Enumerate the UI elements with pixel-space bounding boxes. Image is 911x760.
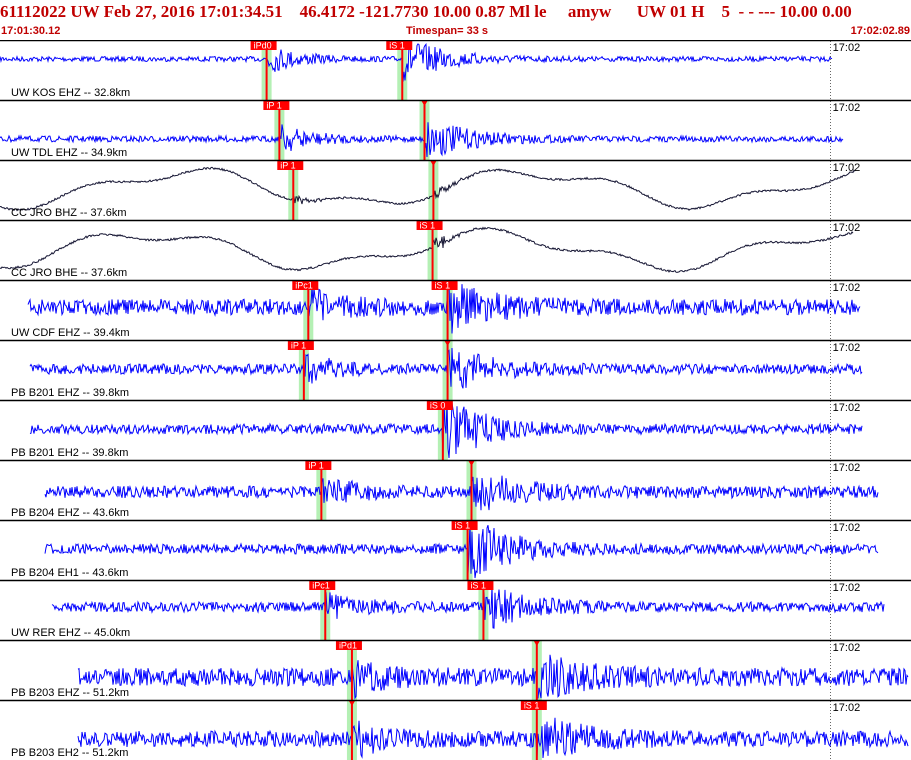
channel-panel[interactable]: iPc1 iS 1 17:02 UW CDF EHZ -- 39.4km bbox=[0, 279, 911, 340]
channel-label: PB B203 EHZ -- 51.2km bbox=[11, 687, 129, 699]
channel-label: PB B201 EHZ -- 39.8km bbox=[11, 387, 129, 399]
channel-panel[interactable]: iP 1 17:02 UW TDL EHZ -- 34.9km bbox=[0, 99, 911, 160]
pick-phase-label: iPd1 bbox=[339, 641, 357, 651]
event-magnitude: 0.87 bbox=[475, 2, 505, 21]
channel-panel[interactable]: iPd1 17:02 PB B203 EHZ -- 51.2km bbox=[0, 639, 911, 700]
event-lon: -121.7730 bbox=[359, 2, 429, 21]
channel-label: PB B204 EHZ -- 43.6km bbox=[11, 507, 129, 519]
time-tick-label: 17:02 bbox=[833, 282, 861, 294]
channel-label: UW RER EHZ -- 45.0km bbox=[11, 627, 130, 639]
pick-flag[interactable]: iS 1 bbox=[416, 220, 443, 231]
time-tick-label: 17:02 bbox=[833, 222, 861, 234]
event-extra1: 10.00 bbox=[779, 2, 818, 21]
channel-label: PB B204 EH1 -- 43.6km bbox=[11, 567, 128, 579]
pick-flag[interactable]: iPc1 bbox=[309, 580, 336, 591]
waveform-trace bbox=[0, 226, 854, 273]
event-version: 01 bbox=[670, 2, 687, 21]
pick-phase-label: iP 1 bbox=[308, 461, 323, 471]
waveform-trace bbox=[44, 475, 879, 511]
time-tick-label: 17:02 bbox=[833, 702, 861, 714]
channel-panel[interactable]: iS 1 17:02 PB B203 EH2 -- 51.2km bbox=[0, 699, 911, 760]
pick-flag[interactable]: iS 1 bbox=[431, 280, 458, 291]
pick-phase-label: iS 0 bbox=[430, 401, 446, 411]
channel-label: UW TDL EHZ -- 34.9km bbox=[11, 147, 127, 159]
channel-label: CC JRO BHE -- 37.6km bbox=[11, 267, 127, 279]
pick-phase-label: iP 1 bbox=[280, 161, 295, 171]
event-network: UW bbox=[70, 2, 100, 21]
event-time: 17:01:34.51 bbox=[199, 2, 283, 21]
waveform-canvas[interactable]: iPd0 iS 1 17:02 UW KOS EHZ -- 32.8km iP 1 17:… bbox=[0, 40, 911, 760]
channel-panel[interactable]: iPc1 iS 1 17:02 UW RER EHZ -- 45.0km bbox=[0, 579, 911, 640]
waveform-viewer: 61112022 UW Feb 27, 2016 17:01:34.51 46.… bbox=[0, 0, 911, 760]
channel-panel[interactable]: iPd0 iS 1 17:02 UW KOS EHZ -- 32.8km bbox=[0, 40, 911, 100]
event-depth: 10.00 bbox=[432, 2, 471, 21]
pick-phase-label: iPc1 bbox=[312, 581, 330, 591]
time-tick-label: 17:02 bbox=[833, 42, 861, 54]
pick-flag[interactable]: iPc1 bbox=[292, 280, 319, 291]
pick-flag[interactable]: iS 0 bbox=[426, 400, 453, 411]
pick-phase-label: iS 1 bbox=[389, 41, 405, 51]
timespan-label: Timespan= 33 s bbox=[406, 25, 489, 37]
pick-flag[interactable]: iS 1 bbox=[467, 580, 494, 591]
time-tick-label: 17:02 bbox=[833, 342, 861, 354]
pick-flag[interactable]: iS 1 bbox=[451, 520, 478, 531]
waveform-trace bbox=[51, 586, 885, 629]
channel-panel[interactable]: iS 0 17:02 PB B201 EH2 -- 39.8km bbox=[0, 399, 911, 460]
pick-phase-label: iP 1 bbox=[291, 341, 306, 351]
pick-phase-label: iS 1 bbox=[470, 581, 486, 591]
time-tick-label: 17:02 bbox=[833, 462, 861, 474]
pick-phase-label: iS 1 bbox=[524, 701, 540, 711]
pick-flag[interactable]: iP 1 bbox=[287, 340, 314, 351]
end-time-label: 17:02:02.89 bbox=[850, 25, 910, 37]
pick-phase-label: iPd0 bbox=[254, 41, 272, 51]
time-tick-label: 17:02 bbox=[833, 162, 861, 174]
pick-phase-label: iS 1 bbox=[435, 281, 451, 291]
event-header: 61112022 UW Feb 27, 2016 17:01:34.51 46.… bbox=[0, 0, 911, 40]
pick-flag[interactable]: iPd0 bbox=[250, 40, 277, 51]
event-flags: le bbox=[534, 2, 547, 21]
channel-label: PB B203 EH2 -- 51.2km bbox=[11, 747, 128, 759]
channel-label: UW CDF EHZ -- 39.4km bbox=[11, 327, 130, 339]
event-lat: 46.4172 bbox=[299, 2, 355, 21]
event-dashes: - - --- bbox=[738, 2, 776, 21]
event-count: 5 bbox=[721, 2, 730, 21]
waveform-trace bbox=[77, 654, 909, 700]
event-network2: UW bbox=[636, 2, 666, 21]
event-id[interactable]: 61112022 bbox=[0, 2, 66, 21]
channel-panel[interactable]: iP 1 17:02 PB B204 EHZ -- 43.6km bbox=[0, 459, 911, 520]
event-date: Feb 27, 2016 bbox=[103, 2, 195, 21]
channel-panel[interactable]: iP 1 17:02 CC JRO BHZ -- 37.6km bbox=[0, 159, 911, 220]
waveform-trace bbox=[0, 166, 856, 212]
time-tick-label: 17:02 bbox=[833, 642, 861, 654]
pick-flag[interactable]: iP 1 bbox=[263, 100, 290, 111]
event-type: H bbox=[691, 2, 705, 21]
channel-label: UW KOS EHZ -- 32.8km bbox=[11, 87, 130, 99]
waveform-trace bbox=[77, 717, 909, 759]
pick-phase-label: iS 1 bbox=[420, 221, 436, 231]
pick-flag[interactable]: iP 1 bbox=[277, 160, 304, 171]
pick-phase-label: iP 1 bbox=[266, 101, 281, 111]
pick-phase-label: iPc1 bbox=[295, 281, 313, 291]
pick-phase-label: iS 1 bbox=[455, 521, 471, 531]
event-mag-type: Ml bbox=[509, 2, 531, 21]
pick-flag[interactable]: iP 1 bbox=[305, 460, 332, 471]
channel-panel[interactable]: iS 1 17:02 PB B204 EH1 -- 43.6km bbox=[0, 519, 911, 580]
time-tick-label: 17:02 bbox=[833, 522, 861, 534]
pick-flag[interactable]: iS 1 bbox=[386, 40, 413, 51]
event-author: amyw bbox=[567, 2, 612, 21]
pick-flag[interactable]: iS 1 bbox=[520, 700, 547, 711]
channel-panels[interactable]: iPd0 iS 1 17:02 UW KOS EHZ -- 32.8km iP 1 17:… bbox=[0, 40, 911, 760]
pick-flag[interactable]: iPd1 bbox=[335, 640, 362, 651]
event-extra2: 0.00 bbox=[822, 2, 852, 21]
channel-panel[interactable]: iS 1 17:02 CC JRO BHE -- 37.6km bbox=[0, 219, 911, 280]
time-tick-label: 17:02 bbox=[833, 102, 861, 114]
channel-label: CC JRO BHZ -- 37.6km bbox=[11, 207, 127, 219]
start-time-label: 17:01:30.12 bbox=[1, 25, 61, 37]
time-tick-label: 17:02 bbox=[833, 582, 861, 594]
channel-panel[interactable]: iP 1 17:02 PB B201 EHZ -- 39.8km bbox=[0, 339, 911, 400]
channel-label: PB B201 EH2 -- 39.8km bbox=[11, 447, 128, 459]
event-summary-line: 61112022 UW Feb 27, 2016 17:01:34.51 46.… bbox=[0, 2, 911, 22]
time-tick-label: 17:02 bbox=[833, 402, 861, 414]
waveform-trace bbox=[0, 41, 833, 82]
